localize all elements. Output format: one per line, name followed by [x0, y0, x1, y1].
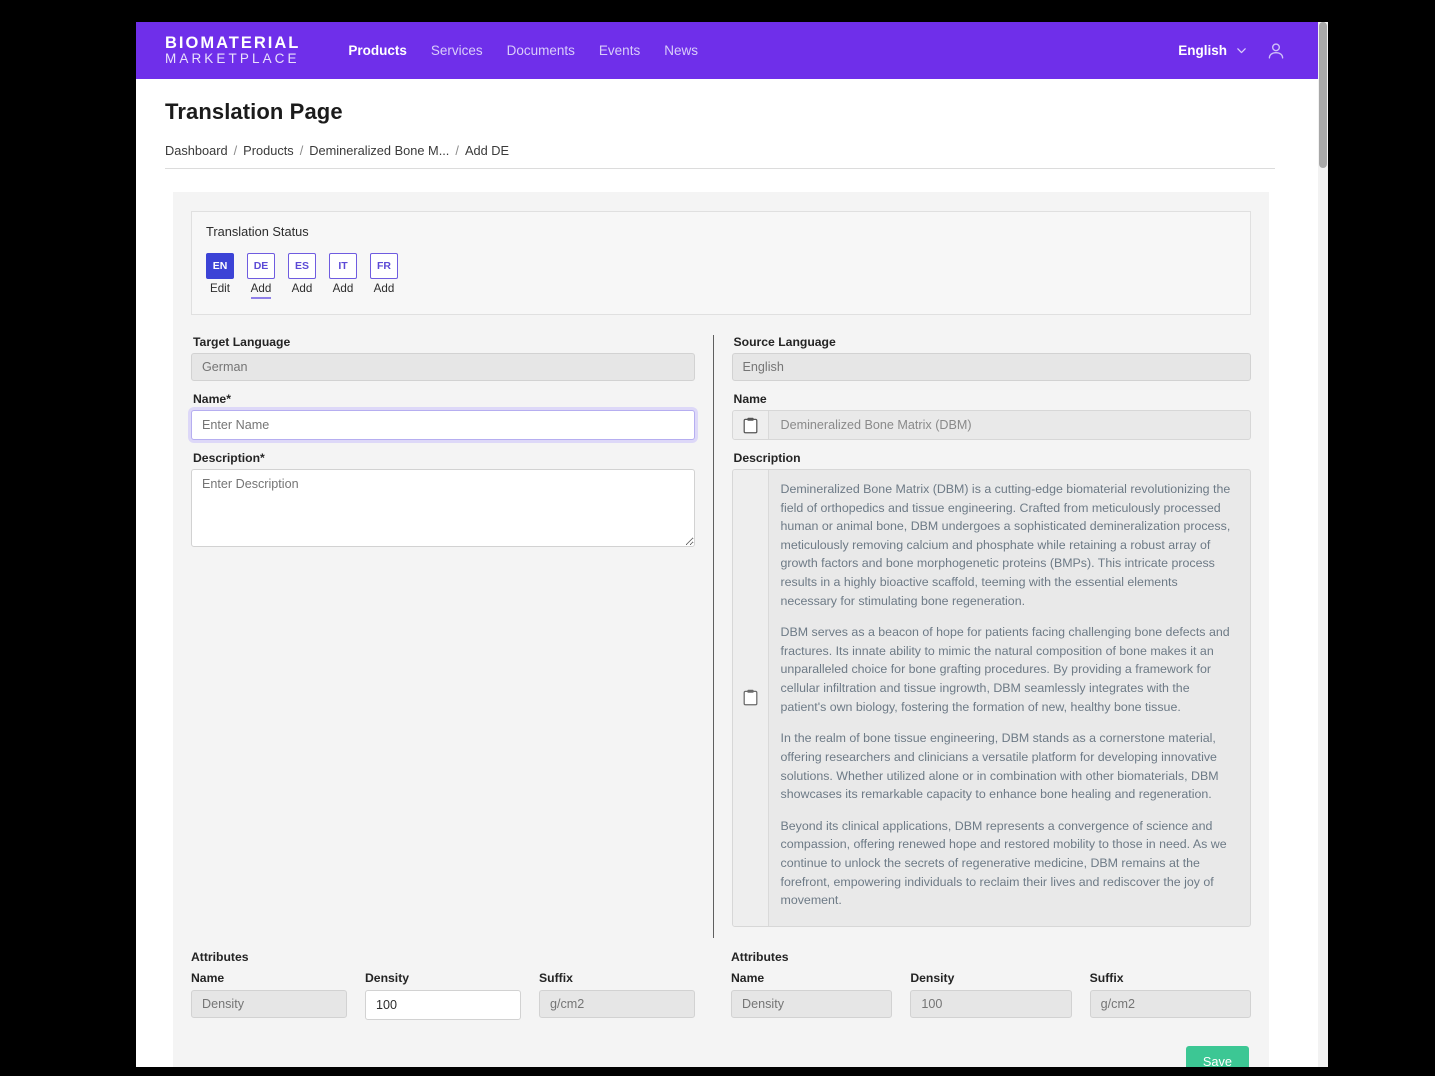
target-attr-name-header: Name	[191, 970, 225, 985]
target-name-input[interactable]	[191, 410, 695, 440]
source-language-input	[731, 353, 1252, 381]
language-status-es[interactable]: ES Add	[288, 253, 316, 299]
language-status-row: EN Edit DE Add ES Add IT Add FR Add	[206, 253, 1236, 299]
breadcrumb: Dashboard / Products / Demineralized Bon…	[165, 143, 1275, 169]
source-description-paragraph: Beyond its clinical applications, DBM re…	[780, 818, 1227, 908]
source-description-field: Demineralized Bone Matrix (DBM) is a cut…	[731, 469, 1252, 927]
breadcrumb-item-products[interactable]: Products	[243, 143, 294, 158]
language-action-en[interactable]: Edit	[210, 282, 230, 297]
top-navigation-bar: BIOMATERIAL MARKETPLACE Products Service…	[136, 22, 1328, 79]
source-attr-density-input	[910, 989, 1072, 1018]
source-attr-name-header: Name	[731, 970, 765, 985]
language-selector[interactable]: English	[1178, 43, 1247, 58]
breadcrumb-item-product[interactable]: Demineralized Bone M...	[309, 143, 449, 158]
source-attr-name-cell: Name	[731, 970, 893, 1018]
target-attr-suffix-header: Suffix	[539, 970, 573, 985]
language-chip-es[interactable]: ES	[288, 253, 316, 279]
language-chip-it[interactable]: IT	[329, 253, 357, 279]
source-name-label: Name	[733, 392, 767, 406]
chevron-down-icon	[1237, 48, 1246, 54]
user-account-icon[interactable]	[1265, 40, 1287, 62]
language-selector-label: English	[1178, 43, 1227, 58]
translation-columns: Target Language Name* Description* Sourc…	[191, 335, 1252, 938]
language-status-fr[interactable]: FR Add	[370, 253, 398, 299]
language-chip-en[interactable]: EN	[206, 253, 234, 279]
clipboard-copy-icon	[743, 690, 757, 706]
language-action-de[interactable]: Add	[250, 282, 272, 299]
clipboard-copy-icon	[743, 417, 757, 433]
target-attr-name-input	[191, 989, 347, 1018]
nav-item-news[interactable]: News	[664, 43, 698, 58]
source-attributes-label: Attributes	[731, 949, 789, 964]
logo-line-1: BIOMATERIAL	[165, 34, 301, 53]
page-scrollbar-thumb[interactable]	[1319, 22, 1327, 168]
form-actions: Save	[191, 1045, 1251, 1067]
source-attribute-row: Name Density Suffix	[731, 971, 1251, 1018]
source-name-value: Demineralized Bone Matrix (DBM)	[780, 418, 972, 432]
save-button[interactable]: Save	[1185, 1045, 1249, 1067]
target-attr-density-header: Density	[365, 970, 410, 985]
source-language-label: Source Language	[733, 335, 836, 349]
source-attr-suffix-header: Suffix	[1089, 970, 1124, 985]
target-attributes: Attributes Name Density Suffix	[191, 950, 713, 1020]
language-status-it[interactable]: IT Add	[329, 253, 357, 299]
target-description-label: Description*	[193, 451, 265, 465]
target-language-label: Target Language	[193, 335, 291, 349]
nav-item-services[interactable]: Services	[431, 43, 483, 58]
source-attr-suffix-cell: Suffix	[1089, 970, 1251, 1018]
target-attr-suffix-cell: Suffix	[539, 971, 695, 1020]
nav-links: Products Services Documents Events News	[348, 43, 698, 58]
language-action-fr[interactable]: Add	[374, 282, 395, 297]
source-language-column: Source Language Name Demineralized Bone …	[714, 335, 1252, 938]
language-status-en[interactable]: EN Edit	[206, 253, 234, 299]
source-description-paragraph: Demineralized Bone Matrix (DBM) is a cut…	[780, 482, 1231, 608]
source-attributes: Attributes Name Density Suffix	[713, 950, 1251, 1020]
source-description-paragraph: In the realm of bone tissue engineering,…	[780, 731, 1219, 802]
language-action-es[interactable]: Add	[292, 282, 313, 297]
language-action-it[interactable]: Add	[333, 282, 354, 297]
language-status-de[interactable]: DE Add	[247, 253, 275, 299]
breadcrumb-item-current: Add DE	[464, 143, 510, 158]
target-attr-density-cell: Density	[365, 971, 521, 1020]
language-chip-de[interactable]: DE	[247, 253, 275, 279]
translation-form-card: Translation Status EN Edit DE Add ES Add…	[173, 192, 1269, 1067]
page-header: Translation Page Dashboard / Products / …	[136, 79, 1328, 169]
nav-right-group: English	[1178, 22, 1287, 79]
translation-status-panel: Translation Status EN Edit DE Add ES Add…	[191, 211, 1251, 315]
nav-item-documents[interactable]: Documents	[507, 43, 575, 58]
source-description-label: Description	[733, 451, 801, 465]
site-logo[interactable]: BIOMATERIAL MARKETPLACE	[165, 35, 300, 66]
target-language-column: Target Language Name* Description*	[191, 335, 713, 938]
copy-description-button[interactable]	[732, 470, 769, 926]
nav-item-products[interactable]: Products	[348, 43, 407, 58]
source-name-field: Demineralized Bone Matrix (DBM)	[731, 410, 1252, 440]
source-attr-density-header: Density	[910, 970, 955, 985]
browser-viewport: BIOMATERIAL MARKETPLACE Products Service…	[136, 22, 1328, 1067]
target-attr-suffix-input	[539, 989, 695, 1018]
breadcrumb-separator: /	[455, 143, 459, 158]
page-scrollbar[interactable]	[1318, 22, 1328, 1067]
target-attr-name-cell: Name	[191, 971, 347, 1020]
target-description-textarea[interactable]	[191, 469, 695, 547]
logo-line-2: MARKETPLACE	[165, 51, 300, 67]
target-language-input	[191, 353, 695, 381]
target-attribute-row: Name Density Suffix	[191, 971, 695, 1020]
source-attr-name-input	[731, 989, 893, 1018]
page-title: Translation Page	[165, 99, 343, 124]
copy-name-button[interactable]	[732, 411, 769, 439]
target-attr-density-input[interactable]	[365, 989, 521, 1020]
breadcrumb-separator: /	[299, 143, 304, 158]
breadcrumb-separator: /	[233, 143, 238, 158]
attributes-section: Attributes Name Density Suffix	[191, 950, 1251, 1020]
target-attributes-label: Attributes	[191, 949, 249, 964]
translation-status-title: Translation Status	[206, 224, 309, 239]
breadcrumb-item-dashboard[interactable]: Dashboard	[165, 143, 228, 158]
target-name-label: Name*	[193, 392, 231, 406]
source-attr-density-cell: Density	[910, 970, 1072, 1018]
language-chip-fr[interactable]: FR	[370, 253, 398, 279]
nav-item-events[interactable]: Events	[599, 43, 640, 58]
source-description-value: Demineralized Bone Matrix (DBM) is a cut…	[769, 470, 1251, 926]
source-attr-suffix-input	[1089, 989, 1251, 1018]
source-description-paragraph: DBM serves as a beacon of hope for patie…	[780, 625, 1230, 714]
